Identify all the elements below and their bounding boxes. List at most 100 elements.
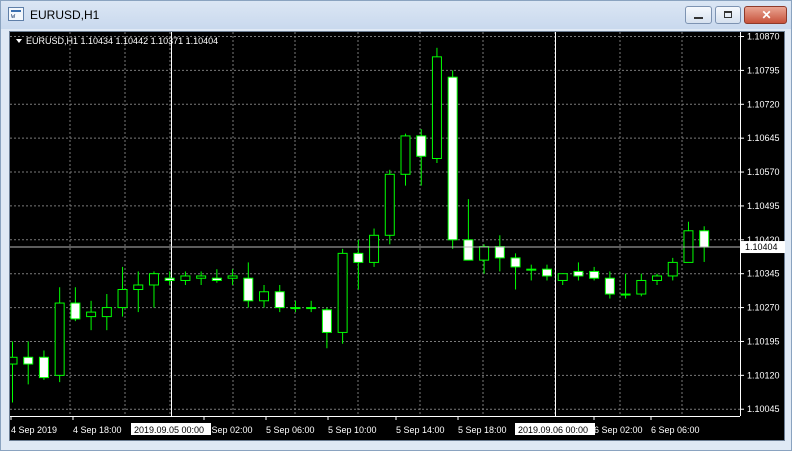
candle[interactable] (243, 262, 254, 308)
minimize-icon (694, 17, 703, 19)
price-tick-label: 1.10570 (747, 167, 780, 177)
chart-header-text: EURUSD,H1 1.10434 1.10442 1.10371 1.1040… (26, 36, 218, 46)
candle[interactable] (306, 300, 317, 313)
candle[interactable] (259, 284, 270, 308)
candle-body-up (290, 307, 301, 310)
price-tick-label: 1.10795 (747, 65, 780, 75)
candle[interactable] (447, 70, 458, 249)
candle-body-down (416, 135, 427, 157)
price-tick-label: 1.10870 (747, 32, 780, 42)
time-tick-label: 4 Sep 2019 (11, 425, 57, 435)
candle-body-down (274, 291, 285, 309)
current-price-badge: 1.10404 (741, 241, 785, 254)
candle-body-up (667, 261, 678, 277)
close-button[interactable]: ✕ (744, 6, 787, 24)
candle-body-up (196, 275, 207, 279)
candle[interactable] (148, 271, 159, 308)
candle[interactable] (604, 271, 615, 299)
candle[interactable] (321, 307, 332, 349)
candle-body-up (620, 293, 631, 296)
candle[interactable] (274, 284, 285, 313)
candle[interactable] (526, 264, 537, 281)
candles[interactable] (10, 47, 710, 403)
candle[interactable] (699, 226, 710, 262)
candle[interactable] (636, 273, 647, 297)
candle-body-down (589, 270, 600, 279)
candle[interactable] (290, 300, 301, 313)
candle[interactable] (494, 235, 505, 272)
title-bar[interactable]: w EURUSD,H1 ✕ (1, 1, 791, 29)
candlestick-chart[interactable]: EURUSD,H1 1.10434 1.10442 1.10371 1.1040… (10, 32, 786, 442)
candle[interactable] (38, 350, 49, 380)
candle[interactable] (133, 271, 144, 313)
chart-window: w EURUSD,H1 ✕ EURUSD,H1 1.10434 1.10442 … (0, 0, 792, 451)
candle[interactable] (384, 169, 395, 245)
candle-body-down (321, 309, 332, 333)
candle-body-up (526, 268, 537, 271)
candle-body-down (353, 252, 364, 263)
candle[interactable] (369, 228, 380, 267)
candle[interactable] (479, 244, 490, 274)
candle[interactable] (620, 273, 631, 299)
price-chart[interactable]: EURUSD,H1 1.10434 1.10442 1.10371 1.1040… (9, 31, 785, 441)
candle[interactable] (431, 47, 442, 164)
candle[interactable] (557, 273, 568, 285)
candle[interactable] (463, 199, 474, 261)
candle[interactable] (70, 287, 81, 322)
candle[interactable] (589, 266, 600, 281)
candle[interactable] (54, 287, 65, 383)
candle-body-up (101, 307, 112, 318)
candle[interactable] (667, 257, 678, 281)
candle-body-up (10, 356, 18, 365)
price-tick-label: 1.10720 (747, 99, 780, 109)
candle[interactable] (10, 341, 18, 403)
candle-body-up (180, 275, 191, 281)
close-icon: ✕ (761, 8, 772, 22)
candle-body-up (636, 279, 647, 295)
period-separators (171, 32, 556, 416)
candle-body-up (117, 289, 128, 309)
price-tick-label: 1.10195 (747, 336, 780, 346)
candle-body-down (211, 277, 222, 281)
period-separator-label: 2019.09.06 00:00 (518, 425, 588, 435)
minimize-button[interactable] (685, 6, 712, 24)
candle[interactable] (541, 264, 552, 281)
candle-body-up (337, 252, 348, 333)
candle-body-up (557, 273, 568, 281)
candle[interactable] (337, 248, 348, 344)
candle[interactable] (227, 269, 238, 285)
candle[interactable] (683, 221, 694, 263)
candle-body-down (164, 277, 175, 281)
candle[interactable] (117, 266, 128, 317)
price-tick-label: 1.10120 (747, 370, 780, 380)
candle[interactable] (211, 269, 222, 283)
candle[interactable] (400, 133, 411, 186)
candle[interactable] (23, 341, 34, 385)
candle[interactable] (101, 294, 112, 331)
candle[interactable] (196, 271, 207, 285)
candle-body-up (652, 275, 663, 281)
maximize-icon (724, 11, 732, 18)
time-tick-label: 5 Sep 14:00 (396, 425, 445, 435)
candle[interactable] (416, 129, 427, 186)
time-tick-label: 5 Sep 10:00 (328, 425, 377, 435)
candle-body-up (54, 302, 65, 376)
candle-body-down (243, 277, 254, 302)
time-tick-label: 5 Sep 18:00 (458, 425, 507, 435)
chart-window-icon: w (8, 7, 24, 21)
time-tick-label: 6 Sep 02:00 (594, 425, 643, 435)
price-tick-label: 1.10045 (747, 404, 780, 414)
chart-header: EURUSD,H1 1.10434 1.10442 1.10371 1.1040… (16, 36, 218, 46)
candle-body-down (447, 76, 458, 241)
candle-body-up (479, 246, 490, 261)
chart-menu-triangle-icon[interactable] (16, 39, 22, 43)
candle[interactable] (573, 262, 584, 281)
maximize-button[interactable] (715, 6, 741, 24)
price-tick-label: 1.10270 (747, 303, 780, 313)
candle-body-down (604, 277, 615, 295)
candle[interactable] (652, 273, 663, 285)
candle[interactable] (510, 253, 521, 290)
candle[interactable] (86, 300, 97, 331)
price-tick-label: 1.10645 (747, 133, 780, 143)
time-tick-label: 6 Sep 06:00 (651, 425, 700, 435)
